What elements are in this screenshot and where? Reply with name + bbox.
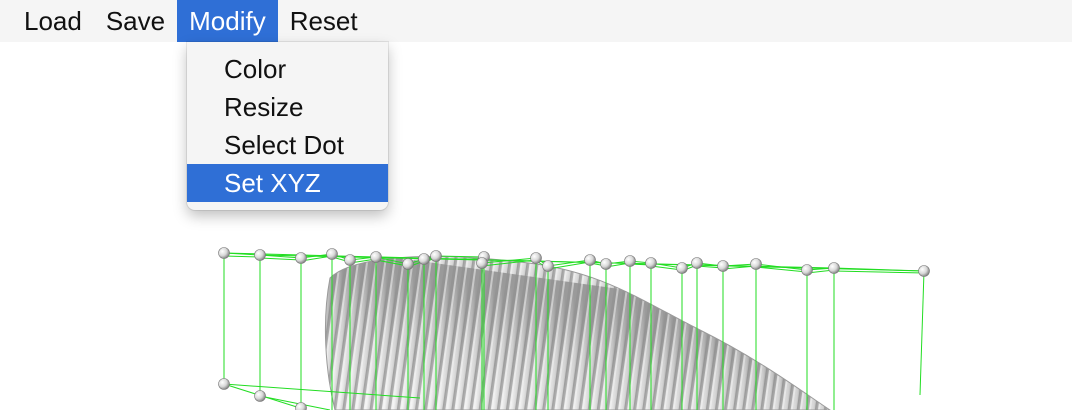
modify-dropdown-menu: Color Resize Select Dot Set XYZ [187, 42, 388, 210]
control-point-dot[interactable] [370, 251, 382, 263]
menu-save[interactable]: Save [94, 0, 177, 42]
control-point-dot[interactable] [584, 254, 596, 266]
control-point-dot[interactable] [418, 253, 430, 265]
control-point-dot[interactable] [750, 258, 762, 270]
control-point-dot[interactable] [645, 257, 657, 269]
mesh-surface [324, 255, 831, 410]
control-point-dot[interactable] [918, 265, 930, 277]
wireframe-edge [833, 270, 925, 274]
control-point-dot[interactable] [691, 257, 703, 269]
control-point-dot[interactable] [218, 247, 230, 259]
control-point-dot[interactable] [600, 258, 612, 270]
menu-item-select-dot[interactable]: Select Dot [187, 126, 388, 164]
menu-item-set-xyz[interactable]: Set XYZ [187, 164, 388, 202]
menu-modify[interactable]: Modify [177, 0, 278, 42]
control-point-dot[interactable] [344, 254, 356, 266]
control-point-dot[interactable] [717, 260, 729, 272]
menu-item-resize[interactable]: Resize [187, 88, 388, 126]
control-point-dot[interactable] [295, 252, 307, 264]
control-point-dot[interactable] [676, 262, 688, 274]
menu-reset[interactable]: Reset [278, 0, 370, 42]
control-point-dot[interactable] [828, 262, 840, 274]
control-point-dot[interactable] [430, 250, 442, 262]
wireframe-edge [919, 270, 925, 396]
3d-viewport[interactable] [0, 42, 1072, 410]
control-point-dot[interactable] [624, 255, 636, 267]
menu-load[interactable]: Load [0, 0, 94, 42]
control-point-dot[interactable] [402, 258, 414, 270]
control-point-dot[interactable] [254, 249, 266, 261]
menu-item-color[interactable]: Color [187, 50, 388, 88]
control-point-dot[interactable] [530, 252, 542, 264]
control-point-dot[interactable] [801, 264, 813, 276]
control-point-dot[interactable] [254, 390, 266, 402]
wireframe-edge [259, 257, 302, 261]
control-point-dot[interactable] [326, 248, 338, 260]
control-point-dot[interactable] [218, 378, 230, 390]
wireframe-edge [259, 395, 331, 410]
control-point-dot[interactable] [542, 260, 554, 272]
menu-bar: Load Save Modify Reset [0, 0, 1072, 42]
control-point-dot[interactable] [476, 257, 488, 269]
